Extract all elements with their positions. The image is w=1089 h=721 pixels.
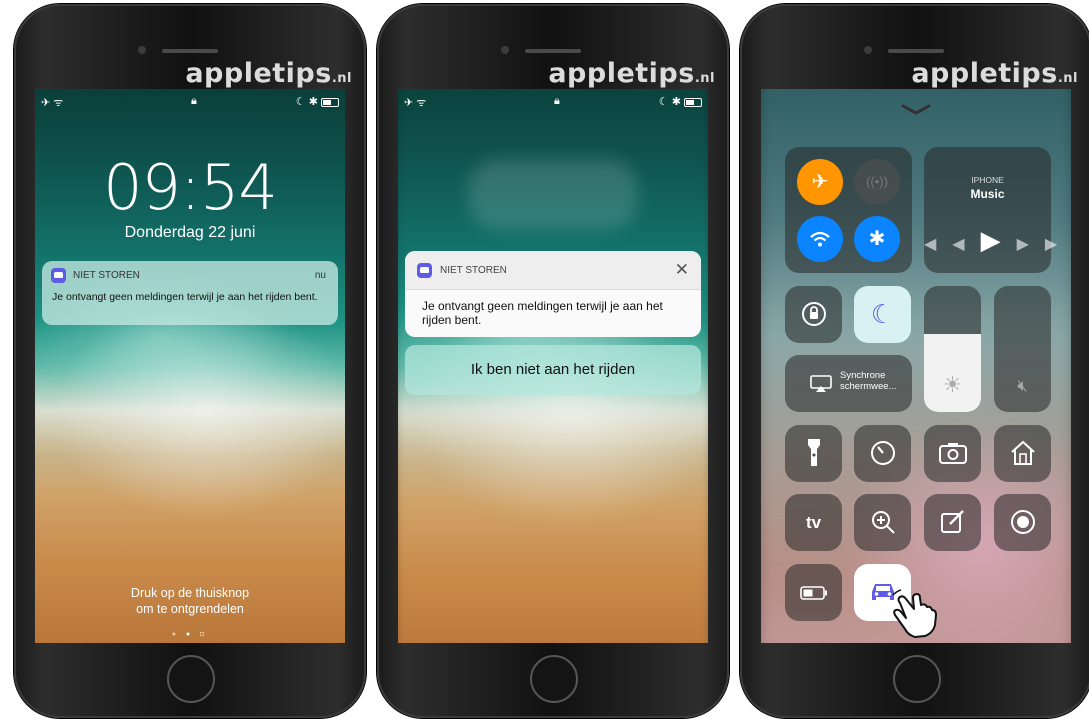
page-indicator: ● ● ◘ [171, 631, 209, 638]
status-right-icons: ☾ ✱ [659, 95, 702, 108]
mute-icon: 🔇︎ [1017, 378, 1028, 395]
close-icon[interactable]: ✕ [675, 260, 689, 280]
camera-button[interactable] [924, 425, 981, 482]
home-app-button[interactable] [994, 425, 1051, 482]
brand-watermark: appletips.nl [548, 58, 715, 89]
wifi-toggle[interactable] [797, 216, 843, 262]
do-not-disturb-button[interactable]: ☾ [854, 286, 911, 343]
notification-app-name: NIET STOREN [73, 270, 140, 281]
unlock-hint: Druk op de thuisknop om te ontgrendelen [35, 585, 345, 617]
low-power-mode-button[interactable] [785, 564, 842, 621]
brand-name: appletips [185, 58, 332, 89]
status-right-icons: ☾ ✱ [296, 95, 339, 108]
front-camera [501, 46, 509, 54]
music-module[interactable]: IPHONE Music ◀◀▶▶▶ [924, 147, 1057, 273]
appletv-label: tv [805, 513, 822, 532]
earpiece-speaker [888, 49, 944, 53]
tap-hand-icon [892, 589, 937, 638]
volume-slider[interactable]: 🔇︎ [994, 286, 1051, 412]
mirroring-label-line1: Synchrone [840, 370, 886, 381]
status-bar: ✈ ᯤ 🔒︎ ☾ ✱ [41, 95, 339, 109]
home-button[interactable] [530, 655, 578, 703]
chevron-down-icon[interactable] [901, 103, 931, 117]
notification-app-name: NIET STOREN [440, 265, 507, 276]
status-bar: ✈ ᯤ 🔒︎ ☾ ✱ [404, 95, 702, 109]
mirroring-label: Synchrone schermwee... [840, 370, 897, 392]
brand-watermark: appletips.nl [185, 58, 352, 89]
control-center-screen: ✈ ((•)) ✱ IPHONE Music ◀◀▶▶▶ ☾ ☀ 🔇︎ Sync… [761, 89, 1071, 643]
car-icon [417, 263, 432, 278]
magnifier-button[interactable] [854, 494, 911, 551]
notes-icon [940, 510, 964, 533]
brand-suffix: .nl [331, 71, 352, 86]
home-button[interactable] [167, 655, 215, 703]
cellular-data-toggle[interactable]: ((•)) [854, 159, 900, 205]
airplane-wifi-icons: ✈ ᯤ [404, 97, 427, 109]
home-button[interactable] [893, 655, 941, 703]
screen-recording-button[interactable] [994, 494, 1051, 551]
battery-icon [321, 97, 339, 107]
front-camera [138, 46, 146, 54]
bluetooth-toggle[interactable]: ✱ [854, 216, 900, 262]
battery-icon [799, 586, 827, 600]
battery-icon [684, 97, 702, 107]
unlock-hint-line2: om te ontgrendelen [136, 602, 244, 616]
forward-icon[interactable]: ▶▶ [1017, 236, 1071, 253]
notification-time: nu [314, 270, 326, 281]
timer-icon [870, 441, 895, 465]
unlock-hint-line1: Druk op de thuisknop [130, 586, 250, 600]
magnifier-icon [871, 511, 895, 534]
mirroring-label-line2: schermwee... [840, 381, 897, 392]
earpiece-speaker [525, 49, 581, 53]
dnd-notification[interactable]: NIET STOREN nu Je ontvangt geen meldinge… [42, 261, 338, 325]
sun-icon: ☀ [942, 372, 963, 397]
brand-name: appletips [911, 58, 1058, 89]
record-icon [1010, 510, 1035, 534]
dnd-notification-expanded: NIET STOREN ✕ Je ontvangt geen meldingen… [405, 251, 701, 337]
lockscreen-screen: ✈ ᯤ 🔒︎ ☾ ✱ 09:54 Donderdag 22 juni NIET … [35, 89, 345, 643]
phone-control-center: appletips.nl ✈ ((•)) ✱ IPHONE Music ◀◀▶▶… [740, 4, 1089, 718]
notification-body: Je ontvangt geen meldingen terwijl je aa… [52, 291, 318, 303]
notification-body: Je ontvangt geen meldingen terwijl je aa… [422, 299, 663, 327]
timer-button[interactable] [854, 425, 911, 482]
home-icon [1010, 440, 1035, 465]
wifi-icon [810, 231, 830, 247]
rotation-lock-icon [801, 302, 826, 326]
flashlight-button[interactable] [785, 425, 842, 482]
rotation-lock-button[interactable] [785, 286, 842, 343]
flashlight-icon [807, 439, 820, 466]
brand-watermark: appletips.nl [911, 58, 1078, 89]
car-icon [51, 268, 66, 283]
not-driving-button[interactable]: Ik ben niet aan het rijden [405, 345, 701, 395]
lock-icon: 🔒︎ [191, 95, 197, 107]
play-icon[interactable]: ▶ [981, 225, 1017, 255]
brand-suffix: .nl [694, 71, 715, 86]
lock-clock: 09:54 [103, 151, 278, 224]
screen-mirroring-button[interactable]: Synchrone schermwee... [785, 355, 912, 412]
airplane-wifi-icons: ✈ ᯤ [41, 97, 64, 109]
lock-icon: 🔒︎ [554, 95, 560, 107]
rewind-icon[interactable]: ◀◀ [924, 236, 981, 253]
apple-tv-remote-button[interactable]: tv [785, 494, 842, 551]
blurred-clock [468, 159, 638, 229]
brightness-slider[interactable]: ☀ [924, 286, 981, 412]
music-title: Music [970, 187, 1005, 201]
notes-button[interactable] [924, 494, 981, 551]
music-device-label: IPHONE [971, 175, 1004, 185]
brand-name: appletips [548, 58, 695, 89]
camera-icon [938, 443, 967, 464]
earpiece-speaker [162, 49, 218, 53]
phone-expanded-notification: appletips.nl ✈ ᯤ 🔒︎ ☾ ✱ NIET STOREN ✕ Je… [377, 4, 729, 718]
front-camera [864, 46, 872, 54]
brand-suffix: .nl [1057, 71, 1078, 86]
lock-date: Donderdag 22 juni [124, 224, 256, 241]
airplay-icon [810, 375, 832, 392]
phone-lockscreen: appletips.nl ✈ ᯤ 🔒︎ ☾ ✱ 09:54 Donderdag … [14, 4, 366, 718]
expanded-screen: ✈ ᯤ 🔒︎ ☾ ✱ NIET STOREN ✕ Je ontvangt gee… [398, 89, 708, 643]
airplane-mode-toggle[interactable]: ✈ [797, 159, 843, 205]
music-controls: ◀◀▶▶▶ [924, 225, 1057, 256]
